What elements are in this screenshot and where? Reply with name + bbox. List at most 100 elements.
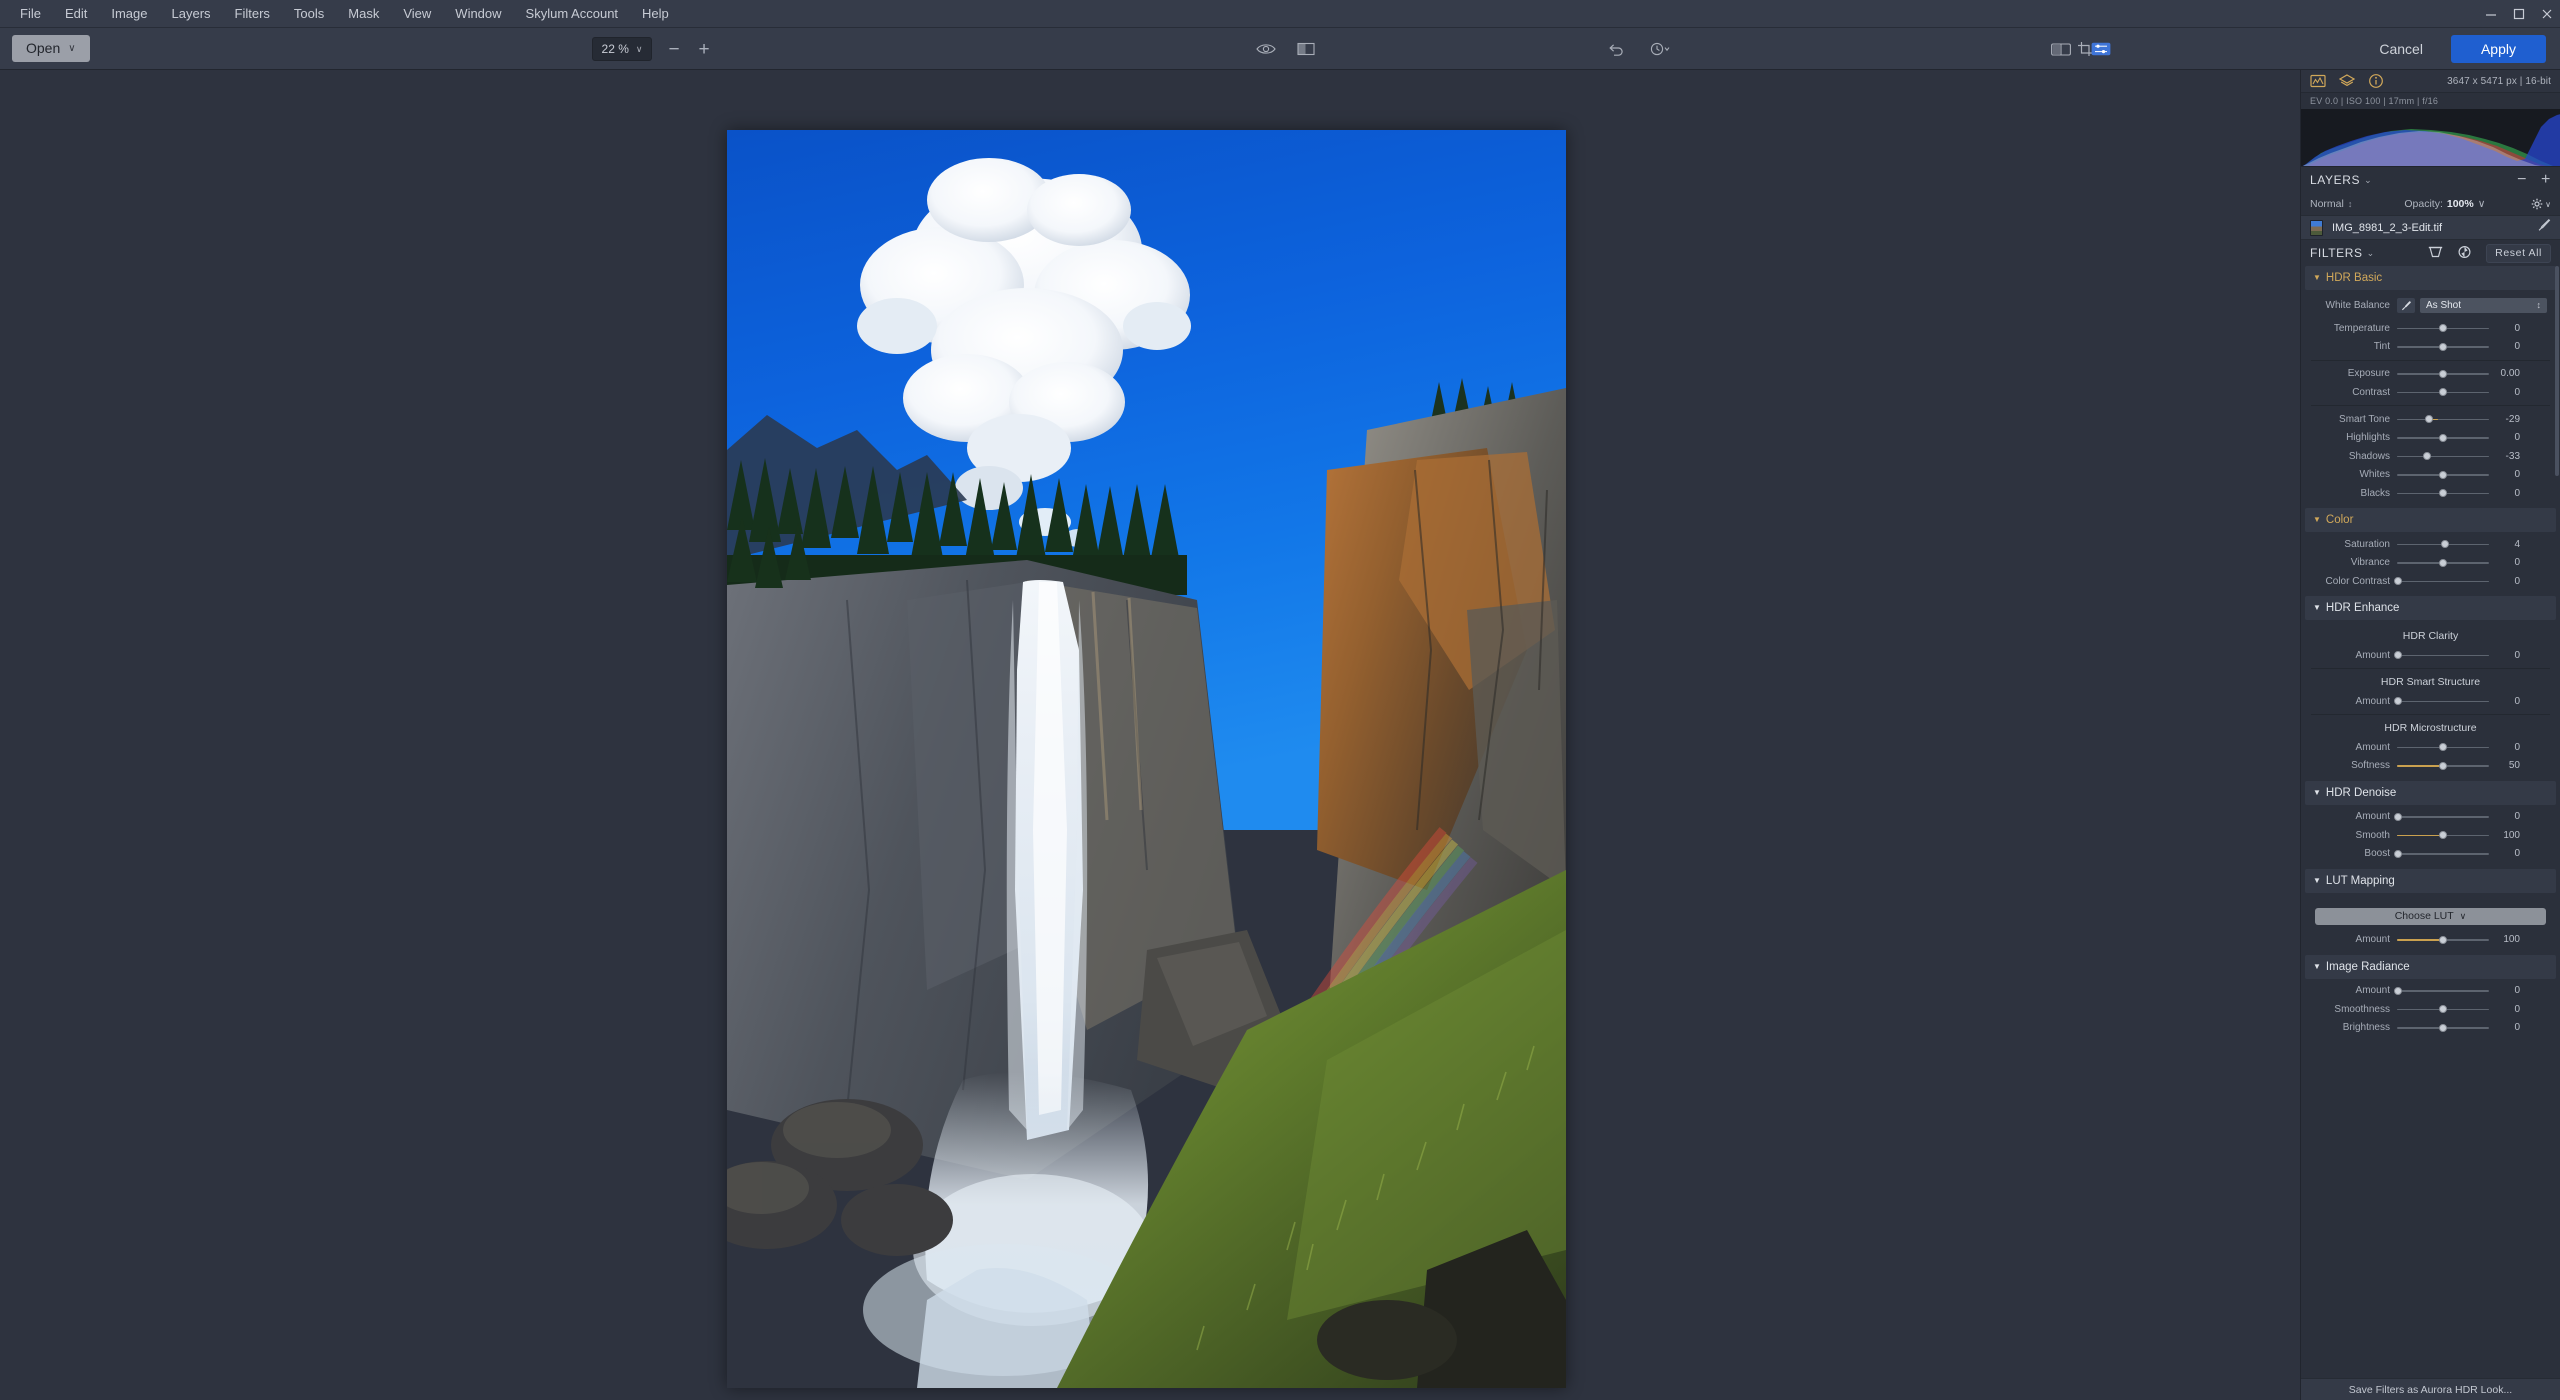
zoom-in-button[interactable]: + xyxy=(696,40,712,59)
layer-row[interactable]: IMG_8981_2_3-Edit.tif xyxy=(2301,215,2560,240)
slider-row-saturation[interactable]: Saturation 4 xyxy=(2305,538,2556,550)
menu-item-view[interactable]: View xyxy=(391,0,443,28)
filter-group-header[interactable]: ▼ LUT Mapping xyxy=(2305,868,2556,893)
slider-row-highlights[interactable]: Highlights 0 xyxy=(2305,432,2556,444)
slider-knob[interactable] xyxy=(2439,558,2447,567)
slider-track[interactable] xyxy=(2397,1022,2489,1033)
filter-presets-icon[interactable] xyxy=(2457,245,2473,261)
slider-knob[interactable] xyxy=(2393,651,2402,659)
canvas-area[interactable] xyxy=(0,70,2300,1400)
slider-row-hdr-microstructure-amount[interactable]: Amount 0 xyxy=(2305,741,2556,753)
slider-row-blacks[interactable]: Blacks 0 xyxy=(2305,487,2556,499)
before-after-icon[interactable] xyxy=(2050,39,2072,59)
slider-track[interactable] xyxy=(2397,451,2489,462)
compare-split-icon[interactable] xyxy=(1295,39,1317,59)
slider-track[interactable] xyxy=(2397,341,2489,352)
slider-knob[interactable] xyxy=(2439,433,2447,442)
zoom-level-select[interactable]: 22 % ∨ xyxy=(592,37,652,61)
cancel-button[interactable]: Cancel xyxy=(2361,35,2441,63)
slider-row-lut-amount[interactable]: Amount 100 xyxy=(2305,934,2556,946)
filter-group-header[interactable]: ▼ Image Radiance xyxy=(2305,954,2556,979)
slider-knob[interactable] xyxy=(2439,489,2447,497)
apply-button[interactable]: Apply xyxy=(2450,35,2546,63)
menu-item-layers[interactable]: Layers xyxy=(160,0,223,28)
slider-track[interactable] xyxy=(2393,811,2489,822)
slider-row-radiance-brightness[interactable]: Brightness 0 xyxy=(2305,1022,2556,1034)
slider-knob[interactable] xyxy=(2393,697,2402,705)
filter-group-header[interactable]: ▼ HDR Basic xyxy=(2305,266,2556,290)
menu-item-tools[interactable]: Tools xyxy=(282,0,336,28)
slider-knob[interactable] xyxy=(2440,540,2449,548)
slider-knob[interactable] xyxy=(2393,986,2402,995)
histogram-icon[interactable] xyxy=(2310,73,2326,89)
slider-knob[interactable] xyxy=(2439,342,2447,351)
slider-row-denoise-amount[interactable]: Amount 0 xyxy=(2305,811,2556,823)
slider-row-radiance-amount[interactable]: Amount 0 xyxy=(2305,985,2556,997)
slider-knob[interactable] xyxy=(2439,1005,2447,1013)
filters-list[interactable]: ▼ HDR Basic White Balance As Shot ↕ Temp… xyxy=(2301,266,2560,1378)
slider-track[interactable] xyxy=(2397,830,2489,841)
white-balance-select[interactable]: As Shot ↕ xyxy=(2420,297,2547,313)
slider-row-color-contrast[interactable]: Color Contrast 0 xyxy=(2305,575,2556,587)
slider-row-smart-tone[interactable]: Smart Tone -29 xyxy=(2305,413,2556,425)
slider-knob[interactable] xyxy=(2439,388,2447,396)
reset-all-button[interactable]: Reset All xyxy=(2486,243,2551,263)
slider-knob[interactable] xyxy=(2439,831,2447,839)
slider-track[interactable] xyxy=(2393,848,2489,859)
info-circle-icon[interactable] xyxy=(2368,73,2384,89)
layer-settings-button[interactable]: ∨ xyxy=(2531,198,2551,210)
slider-row-shadows[interactable]: Shadows -33 xyxy=(2305,450,2556,462)
slider-knob[interactable] xyxy=(2439,761,2447,770)
open-button[interactable]: Open ∨ xyxy=(12,35,90,62)
minimize-icon[interactable] xyxy=(2484,7,2498,21)
slider-knob[interactable] xyxy=(2439,470,2447,479)
slider-knob[interactable] xyxy=(2425,415,2434,423)
menu-item-mask[interactable]: Mask xyxy=(336,0,391,28)
menu-item-filters[interactable]: Filters xyxy=(223,0,282,28)
slider-knob[interactable] xyxy=(2393,812,2402,821)
slider-track[interactable] xyxy=(2397,742,2489,753)
slider-knob[interactable] xyxy=(2439,369,2447,378)
slider-row-tint[interactable]: Tint 0 xyxy=(2305,341,2556,353)
add-layer-button[interactable]: + xyxy=(2541,172,2551,188)
slider-knob[interactable] xyxy=(2393,849,2402,858)
slider-row-hdr-microstructure-softness[interactable]: Softness 50 xyxy=(2305,760,2556,772)
menu-item-help[interactable]: Help xyxy=(630,0,681,28)
undo-icon[interactable] xyxy=(1605,39,1627,59)
slider-row-hdr-clarity-amount[interactable]: Amount 0 xyxy=(2305,649,2556,661)
filter-group-header[interactable]: ▼ Color xyxy=(2305,508,2556,532)
slider-row-exposure[interactable]: Exposure 0.00 xyxy=(2305,368,2556,380)
remove-layer-button[interactable]: − xyxy=(2517,172,2527,188)
photo-canvas[interactable] xyxy=(727,130,1566,1388)
menu-item-window[interactable]: Window xyxy=(443,0,513,28)
filters-scrollbar[interactable] xyxy=(2555,266,2559,476)
slider-track[interactable] xyxy=(2397,934,2489,945)
menu-item-edit[interactable]: Edit xyxy=(53,0,99,28)
slider-track[interactable] xyxy=(2397,539,2489,550)
slider-row-hdr-smart-structure-amount[interactable]: Amount 0 xyxy=(2305,695,2556,707)
layers-stack-icon[interactable] xyxy=(2338,73,2356,89)
slider-track[interactable] xyxy=(2397,323,2489,334)
maximize-icon[interactable] xyxy=(2512,7,2526,21)
blend-mode-select[interactable]: Normal ↕ xyxy=(2310,198,2352,210)
slider-knob[interactable] xyxy=(2439,935,2447,944)
adjust-sliders-icon[interactable] xyxy=(2090,39,2112,59)
history-clock-icon[interactable] xyxy=(1649,39,1671,59)
slider-knob[interactable] xyxy=(2439,743,2447,751)
slider-track[interactable] xyxy=(2397,387,2489,398)
mask-icon[interactable] xyxy=(2428,245,2444,261)
slider-row-whites[interactable]: Whites 0 xyxy=(2305,469,2556,481)
brush-icon[interactable] xyxy=(2537,218,2551,237)
opacity-control[interactable]: Opacity: 100% ∨ xyxy=(2404,198,2485,210)
chevron-down-icon[interactable]: ⌄ xyxy=(2367,248,2375,259)
slider-track[interactable] xyxy=(2393,576,2489,587)
slider-track[interactable] xyxy=(2397,557,2489,568)
choose-lut-button[interactable]: Choose LUT ∨ xyxy=(2315,907,2546,925)
slider-track[interactable] xyxy=(2397,469,2489,480)
slider-track[interactable] xyxy=(2397,1004,2489,1015)
slider-row-radiance-smoothness[interactable]: Smoothness 0 xyxy=(2305,1003,2556,1015)
slider-track[interactable] xyxy=(2393,985,2489,996)
slider-track[interactable] xyxy=(2397,760,2489,771)
filter-group-header[interactable]: ▼ HDR Enhance xyxy=(2305,596,2556,620)
slider-row-contrast[interactable]: Contrast 0 xyxy=(2305,386,2556,398)
